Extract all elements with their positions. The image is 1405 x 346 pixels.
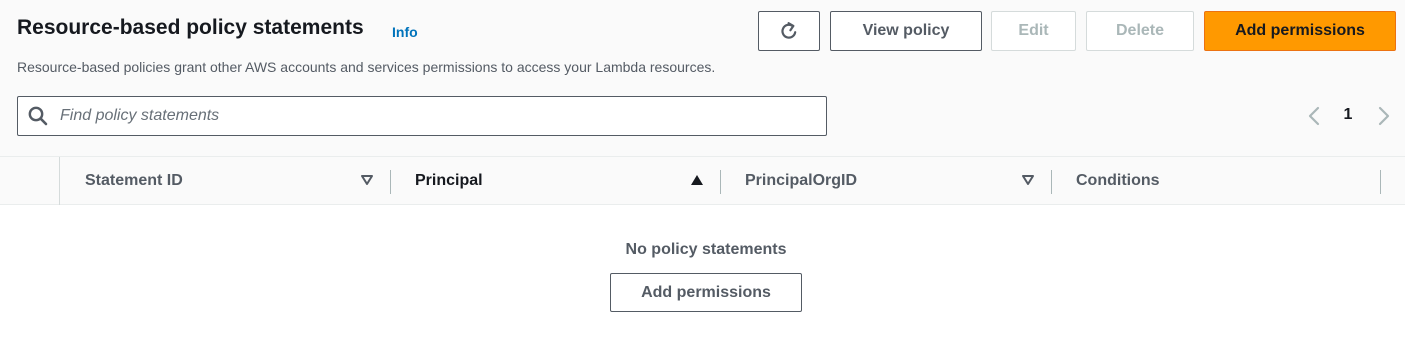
column-label: PrincipalOrgID xyxy=(745,172,858,189)
column-label: Principal xyxy=(415,172,483,189)
column-statement-id[interactable]: Statement ID xyxy=(59,157,390,205)
column-label: Statement ID xyxy=(85,172,183,189)
search-box xyxy=(17,96,827,136)
empty-add-permissions-button[interactable]: Add permissions xyxy=(610,273,802,312)
info-link[interactable]: Info xyxy=(392,24,418,40)
table-header: Statement ID Principal PrincipalOrgID Co… xyxy=(0,156,1405,205)
search-icon xyxy=(27,105,49,127)
resource-policy-panel: Resource-based policy statements Info Re… xyxy=(0,0,1405,346)
chevron-left-icon[interactable] xyxy=(1304,104,1324,128)
sort-icon xyxy=(360,173,374,187)
empty-state-title: No policy statements xyxy=(625,241,787,258)
view-policy-button[interactable]: View policy xyxy=(830,11,982,51)
page-description: Resource-based policies grant other AWS … xyxy=(17,59,716,75)
panel-header: Resource-based policy statements Info Re… xyxy=(0,0,1405,156)
page-title: Resource-based policy statements xyxy=(17,16,364,39)
column-label: Conditions xyxy=(1076,172,1160,189)
page-number[interactable]: 1 xyxy=(1340,106,1356,124)
column-divider[interactable] xyxy=(1380,170,1381,194)
search-input[interactable] xyxy=(58,106,782,126)
sort-icon xyxy=(1021,173,1035,187)
empty-state: No policy statements Add permissions xyxy=(0,205,1405,346)
chevron-right-icon[interactable] xyxy=(1374,104,1394,128)
edit-button[interactable]: Edit xyxy=(991,11,1076,51)
sort-ascending-icon xyxy=(690,173,704,187)
column-principal-org-id[interactable]: PrincipalOrgID xyxy=(720,157,1051,205)
column-principal[interactable]: Principal xyxy=(390,157,720,205)
pagination: 1 xyxy=(1300,104,1396,128)
add-permissions-button[interactable]: Add permissions xyxy=(1204,11,1396,51)
refresh-icon xyxy=(778,20,800,42)
column-conditions: Conditions xyxy=(1051,157,1381,205)
refresh-button[interactable] xyxy=(758,11,820,51)
delete-button[interactable]: Delete xyxy=(1086,11,1194,51)
